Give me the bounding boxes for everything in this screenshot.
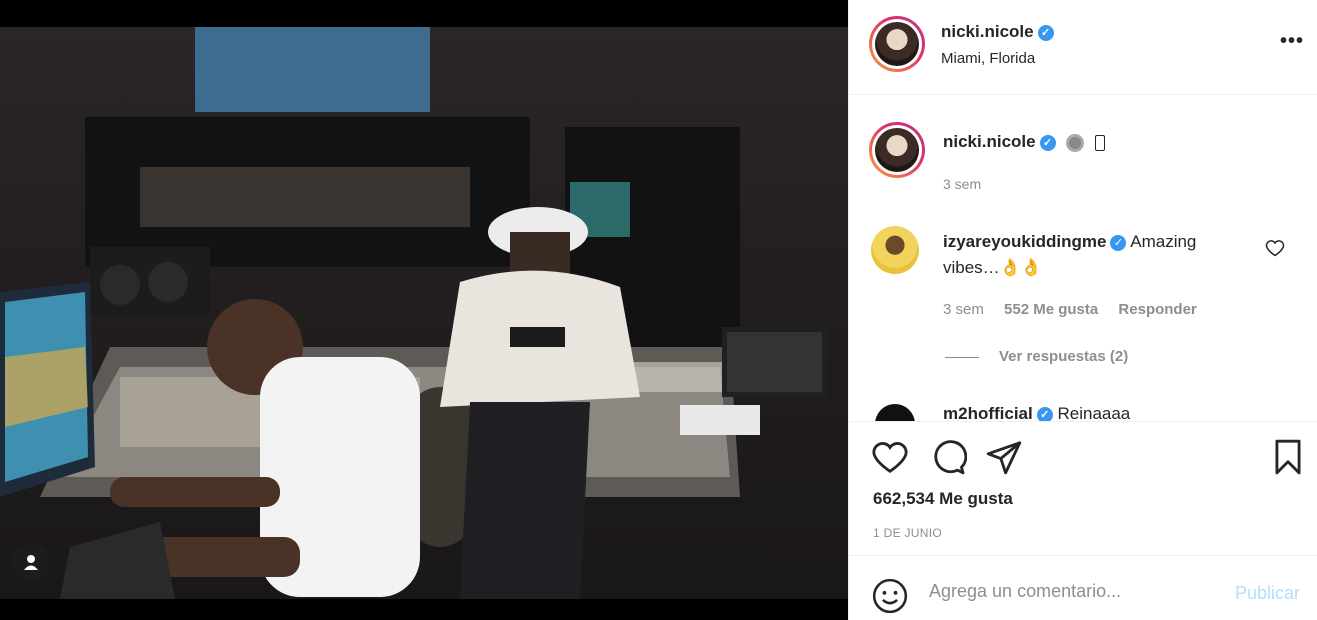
post-details-panel: nicki.nicole ✓ Miami, Florida ••• nicki.n… (848, 0, 1317, 620)
caption-username[interactable]: nicki.nicole ✓ (943, 132, 1106, 152)
author-username[interactable]: nicki.nicole ✓ (941, 22, 1054, 42)
emoji-smiley-icon[interactable] (871, 577, 909, 615)
like-heart-icon[interactable] (871, 438, 909, 476)
save-bookmark-icon[interactable] (1269, 438, 1307, 476)
post-date[interactable]: 1 DE JUNIO (873, 526, 942, 540)
comment-bubble-icon[interactable] (929, 438, 967, 476)
replies-divider (945, 356, 979, 358)
more-options-icon[interactable]: ••• (1280, 30, 1304, 53)
commenter-avatar[interactable] (871, 226, 919, 274)
next-comment: m2hofficial ✓ Reinaaaa (943, 404, 1130, 421)
share-paper-plane-icon[interactable] (985, 438, 1023, 476)
publish-button[interactable]: Publicar (1235, 583, 1300, 604)
like-comment-heart-icon[interactable] (1265, 238, 1285, 258)
comment-body: izyareyoukiddingme ✓ Amazing vibes…👌👌 (943, 229, 1253, 281)
next-commenter-avatar[interactable] (875, 404, 915, 421)
comments-list[interactable]: nicki.nicole ✓ 3 sem izyareyoukiddingme ✓ … (849, 96, 1317, 421)
caption-avatar[interactable] (869, 122, 925, 178)
verified-badge-icon: ✓ (1110, 234, 1127, 251)
verified-badge-icon: ✓ (1039, 134, 1056, 151)
location-link[interactable]: Miami, Florida (941, 50, 1035, 67)
author-username-text[interactable]: nicki.nicole (941, 22, 1034, 41)
tagged-user-icon[interactable] (12, 543, 50, 581)
author-avatar[interactable] (869, 16, 925, 72)
post-photo[interactable] (0, 0, 848, 620)
reply-button[interactable]: Responder (1118, 301, 1196, 318)
view-replies-button[interactable]: Ver respuestas (2) (945, 348, 1128, 365)
likes-count[interactable]: 662,534 Me gusta (873, 489, 1013, 509)
studio-image (0, 27, 848, 599)
studio-scene (0, 27, 827, 599)
caption-username-text[interactable]: nicki.nicole (943, 132, 1036, 151)
post-header: nicki.nicole ✓ Miami, Florida ••• (849, 0, 1317, 95)
next-comment-text: Reinaaaa (1057, 404, 1131, 421)
commenter-username[interactable]: izyareyoukiddingme (943, 232, 1106, 251)
comment-time[interactable]: 3 sem (943, 301, 984, 318)
comment-meta: 3 sem 552 Me gusta Responder (943, 301, 1213, 318)
verified-badge-icon: ✓ (1037, 24, 1054, 41)
cd-emoji-icon (1066, 133, 1085, 152)
add-comment-bar: Publicar (849, 557, 1317, 620)
verified-badge-icon: ✓ (1036, 406, 1053, 421)
comment-likes[interactable]: 552 Me gusta (1004, 301, 1098, 318)
post-actions: 662,534 Me gusta 1 DE JUNIO (849, 421, 1317, 556)
view-replies-label[interactable]: Ver respuestas (2) (999, 348, 1128, 365)
caption-time[interactable]: 3 sem (943, 176, 981, 192)
phone-emoji-icon (1095, 134, 1106, 151)
comment-input[interactable] (929, 581, 1219, 602)
next-commenter-username[interactable]: m2hofficial (943, 404, 1033, 421)
